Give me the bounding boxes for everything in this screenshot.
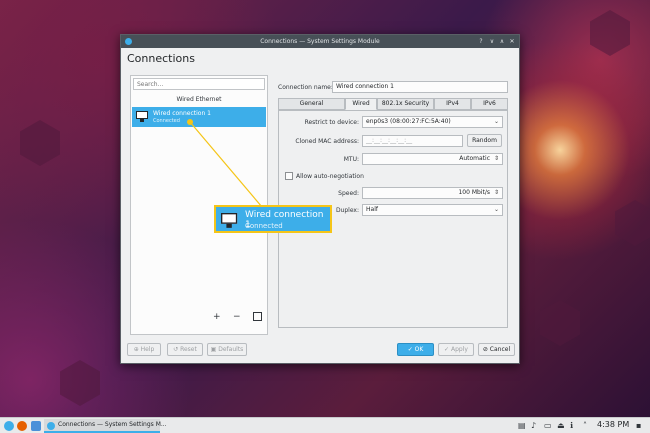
auto-negotiation-label: Allow auto-negotiation	[296, 173, 364, 180]
system-settings-icon	[125, 38, 132, 45]
remove-connection-button[interactable]: −	[233, 311, 241, 323]
duplex-select[interactable]: Half ⌄	[362, 204, 503, 216]
callout-connection-status: Connected	[245, 222, 283, 230]
cloned-mac-field[interactable]: __:__:__:__:__:__	[362, 135, 463, 147]
reset-button[interactable]: ↺ Reset	[167, 343, 203, 356]
zoom-callout: Wired connection 1 Connected	[214, 205, 332, 233]
taskbar: Connections — System Settings M... ▤ ♪ ▭…	[0, 417, 650, 433]
expand-tray-icon[interactable]: ˄	[583, 420, 587, 432]
section-header: Wired Ethernet	[176, 96, 222, 103]
help-button[interactable]: ⊕ Help	[127, 343, 161, 356]
connection-name: Wired connection 1	[153, 110, 211, 117]
connection-status: Connected	[153, 118, 180, 124]
wallpaper-hexagon	[540, 300, 580, 346]
connection-list-item[interactable]: Wired connection 1 Connected	[132, 107, 266, 127]
tab-8021x-security[interactable]: 802.1x Security	[377, 98, 434, 110]
duplex-value: Half	[366, 206, 378, 213]
duplex-label: Duplex:	[335, 207, 359, 214]
close-icon[interactable]: ✕	[507, 35, 517, 48]
tab-ipv6[interactable]: IPv6	[471, 98, 508, 110]
minimize-icon[interactable]: ∨	[487, 35, 497, 48]
reset-button-label: Reset	[180, 346, 197, 353]
volume-icon[interactable]: ♪	[531, 420, 536, 432]
page-title: Connections	[127, 52, 195, 65]
ok-button-label: OK	[414, 346, 424, 353]
firefox-icon[interactable]	[17, 421, 27, 431]
help-button-label: Help	[140, 346, 155, 353]
chevron-down-icon: ⌄	[493, 118, 499, 125]
restrict-device-select[interactable]: enp0s3 (08:00:27:FC:5A:40) ⌄	[362, 116, 503, 128]
application-launcher-icon[interactable]	[4, 421, 14, 431]
wallpaper-hexagon	[20, 120, 60, 166]
cancel-button-label: Cancel	[489, 346, 511, 353]
mtu-value: Automatic	[459, 155, 490, 162]
spin-arrows-icon[interactable]: ⇕	[494, 188, 499, 198]
system-settings-icon	[47, 422, 55, 430]
ok-button[interactable]: ✓ OK	[397, 343, 434, 356]
apply-button-label: Apply	[450, 346, 468, 353]
wired-network-icon	[136, 111, 148, 122]
connection-name-label: Connection name:	[278, 84, 333, 91]
export-icon[interactable]	[253, 312, 262, 321]
tab-ipv4[interactable]: IPv4	[434, 98, 471, 110]
wallpaper-hexagon	[615, 200, 650, 246]
window-titlebar[interactable]: Connections — System Settings Module ? ∨…	[121, 35, 519, 48]
apply-button[interactable]: ✓ Apply	[438, 343, 474, 356]
settings-window: Connections — System Settings Module ? ∨…	[120, 34, 520, 364]
window-title: Connections — System Settings Module	[260, 38, 380, 45]
connection-name-field[interactable]: Wired connection 1	[332, 81, 508, 93]
speed-spinbox[interactable]: 100 Mbit/s ⇕	[362, 187, 503, 199]
taskbar-task-label: Connections — System Settings M...	[58, 421, 167, 428]
notifications-icon[interactable]: ℹ	[570, 420, 573, 432]
clock[interactable]: 4:38 PM	[597, 420, 629, 429]
show-desktop-icon[interactable]: ▪	[636, 420, 641, 432]
mtu-spinbox[interactable]: Automatic ⇕	[362, 153, 503, 165]
search-input[interactable]	[133, 78, 265, 90]
settings-tabs: General configuration Wired 802.1x Secur…	[278, 98, 508, 117]
network-icon[interactable]: ▭	[544, 420, 552, 432]
tab-general-configuration[interactable]: General configuration	[278, 98, 345, 117]
auto-negotiation-checkbox[interactable]	[285, 172, 293, 180]
wired-network-icon	[221, 213, 238, 228]
restrict-device-label: Restrict to device:	[304, 119, 359, 126]
list-toolbar: + −	[211, 311, 267, 323]
speed-value: 100 Mbit/s	[458, 189, 490, 196]
cancel-button[interactable]: ⊘ Cancel	[478, 343, 515, 356]
maximize-icon[interactable]: ∧	[497, 35, 507, 48]
add-connection-button[interactable]: +	[213, 311, 221, 323]
clipboard-icon[interactable]: ▤	[518, 420, 526, 432]
defaults-button-label: Defaults	[218, 346, 244, 353]
file-manager-icon[interactable]	[31, 421, 41, 431]
defaults-button[interactable]: ▣ Defaults	[207, 343, 247, 356]
random-mac-button[interactable]: Random	[467, 134, 502, 147]
cloned-mac-label: Cloned MAC address:	[295, 138, 359, 145]
spin-arrows-icon[interactable]: ⇕	[494, 154, 499, 164]
wallpaper-hexagon	[60, 360, 100, 406]
wallpaper-hexagon	[590, 10, 630, 56]
mtu-label: MTU:	[343, 156, 359, 163]
chevron-down-icon: ⌄	[493, 206, 499, 213]
restrict-device-value: enp0s3 (08:00:27:FC:5A:40)	[366, 118, 451, 125]
device-notifier-icon[interactable]: ⏏	[557, 420, 565, 432]
tab-wired[interactable]: Wired	[345, 98, 377, 110]
speed-label: Speed:	[338, 190, 359, 197]
help-icon[interactable]: ?	[476, 35, 486, 48]
